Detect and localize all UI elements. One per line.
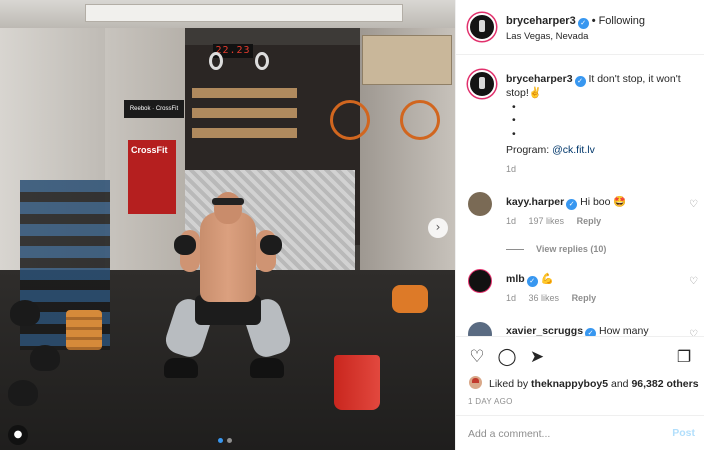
verified-badge-icon: ✓ [577, 18, 589, 29]
storage-boxes [362, 35, 452, 85]
author-line: bryceharper3 ✓ • Following [506, 15, 645, 29]
carousel-next-icon[interactable]: › [428, 218, 448, 238]
post-timestamp[interactable]: 1 DAY AGO [468, 397, 513, 406]
verified-badge-icon: ✓ [566, 199, 578, 210]
comments-panel[interactable]: bryceharper3 ✓ It don't stop, it won't st… [456, 56, 704, 336]
separator-dot: • [591, 15, 596, 27]
comment-like-heart-icon[interactable]: ♡ [689, 329, 698, 336]
commenter-avatar[interactable] [468, 269, 492, 293]
bookmark-icon[interactable]: ❐ [673, 346, 695, 368]
held-kettlebell [260, 235, 282, 255]
kettlebell [10, 300, 40, 326]
comment-username[interactable]: kayy.harper [506, 196, 564, 208]
commenter-avatar[interactable] [468, 322, 492, 336]
view-replies-button[interactable]: View replies (10) [506, 244, 606, 254]
heart-icon[interactable]: ♡ [466, 346, 488, 368]
comment-input[interactable] [468, 425, 658, 443]
caption-avatar[interactable] [468, 70, 496, 98]
liked-by-line: Liked by theknappyboy5 and 96,382 others [468, 375, 699, 390]
crossfit-banner-text: CrossFit [131, 145, 168, 155]
caption-program-link[interactable]: @ck.fit.lv [552, 144, 595, 156]
liked-by-user[interactable]: theknappyboy5 [531, 378, 608, 390]
comment-meta: 1d 197 likes Reply [506, 216, 611, 226]
carousel-dot [227, 438, 232, 443]
dumbbell-stack [66, 310, 102, 350]
replies-line [506, 249, 524, 251]
caption: bryceharper3 ✓ It don't stop, it won't st… [506, 73, 696, 158]
comment-username[interactable]: mlb [506, 273, 525, 285]
liked-by-prefix: Liked by [489, 378, 529, 390]
author-avatar[interactable] [468, 13, 496, 41]
brand-sign: Reebok · CrossFit [124, 100, 184, 118]
verified-badge-icon: ✓ [526, 276, 538, 287]
user-tag-icon[interactable]: ● [8, 425, 28, 445]
person-head [214, 192, 242, 224]
verified-badge-icon: ✓ [574, 76, 586, 87]
comment-body: xavier_scruggs ✓ How many [506, 325, 676, 336]
comment-likes[interactable]: 36 likes [529, 293, 560, 303]
comment-age: 1d [506, 216, 517, 226]
post-header: bryceharper3 ✓ • Following Las Vegas, Nevad… [456, 0, 704, 55]
comment-text: Hi boo 🤩 [580, 196, 627, 208]
orange-bag [392, 285, 428, 313]
post-comment-button[interactable]: Post [672, 427, 695, 439]
following-button[interactable]: Following [599, 15, 645, 27]
share-icon[interactable]: ➤ [526, 346, 548, 368]
person-shoe [164, 358, 198, 378]
caption-program-label: Program: [506, 144, 550, 156]
gymnastic-ring [209, 52, 223, 70]
post-photo[interactable]: 22.23 Reebok · CrossFit CrossFit › ● [0, 0, 455, 450]
bicycle-wheel [400, 100, 440, 140]
carousel-dot-active [218, 438, 223, 443]
carousel-indicator [218, 438, 232, 443]
comment-body: mlb ✓ 💪 [506, 272, 676, 287]
reply-button[interactable]: Reply [577, 216, 602, 226]
garage-door [85, 4, 403, 22]
comment-icon[interactable]: ◯ [496, 346, 518, 368]
reply-button[interactable]: Reply [572, 293, 597, 303]
post-sidebar: bryceharper3 ✓ • Following Las Vegas, Nevad… [455, 0, 704, 450]
comment-username[interactable]: xavier_scruggs [506, 325, 583, 336]
comment-body: kayy.harper ✓ Hi boo 🤩 [506, 195, 676, 210]
comment-meta: 1d 36 likes Reply [506, 293, 606, 303]
comment-like-heart-icon[interactable]: ♡ [689, 276, 698, 287]
gymnastic-ring [255, 52, 269, 70]
likes-count[interactable]: 96,382 others [631, 378, 698, 390]
post-actions: ♡ ◯ ➤ ❐ Liked by theknappyboy5 and 96,38… [456, 336, 704, 450]
wood-plank [192, 88, 297, 98]
person-shoe [250, 358, 284, 378]
caption-bullet: • [512, 127, 516, 140]
kettlebell [8, 380, 38, 406]
bicycle-wheel [330, 100, 370, 140]
post-location[interactable]: Las Vegas, Nevada [506, 31, 588, 42]
caption-age: 1d [506, 164, 517, 174]
view-replies-label[interactable]: View replies (10) [536, 244, 606, 254]
kettlebell [30, 345, 60, 371]
person-headband [212, 198, 244, 205]
held-kettlebell [174, 235, 196, 255]
commenter-avatar[interactable] [468, 192, 492, 216]
comment-text: 💪 [540, 273, 554, 285]
caption-bullet: • [512, 100, 516, 113]
comment-text: How many [598, 325, 649, 336]
comment-like-heart-icon[interactable]: ♡ [689, 199, 698, 210]
comment-likes[interactable]: 197 likes [529, 216, 565, 226]
wood-plank [192, 128, 297, 138]
verified-badge-icon: ✓ [585, 328, 597, 336]
add-comment-bar: Post [456, 415, 704, 450]
red-bucket [334, 355, 380, 410]
wood-plank [192, 108, 297, 118]
liker-avatar[interactable] [468, 375, 483, 390]
liked-by-and: and [610, 378, 629, 390]
comment-age: 1d [506, 293, 517, 303]
author-username[interactable]: bryceharper3 [506, 15, 576, 27]
caption-bullet: • [512, 114, 516, 126]
caption-username[interactable]: bryceharper3 [506, 73, 573, 85]
person-torso [200, 212, 256, 302]
